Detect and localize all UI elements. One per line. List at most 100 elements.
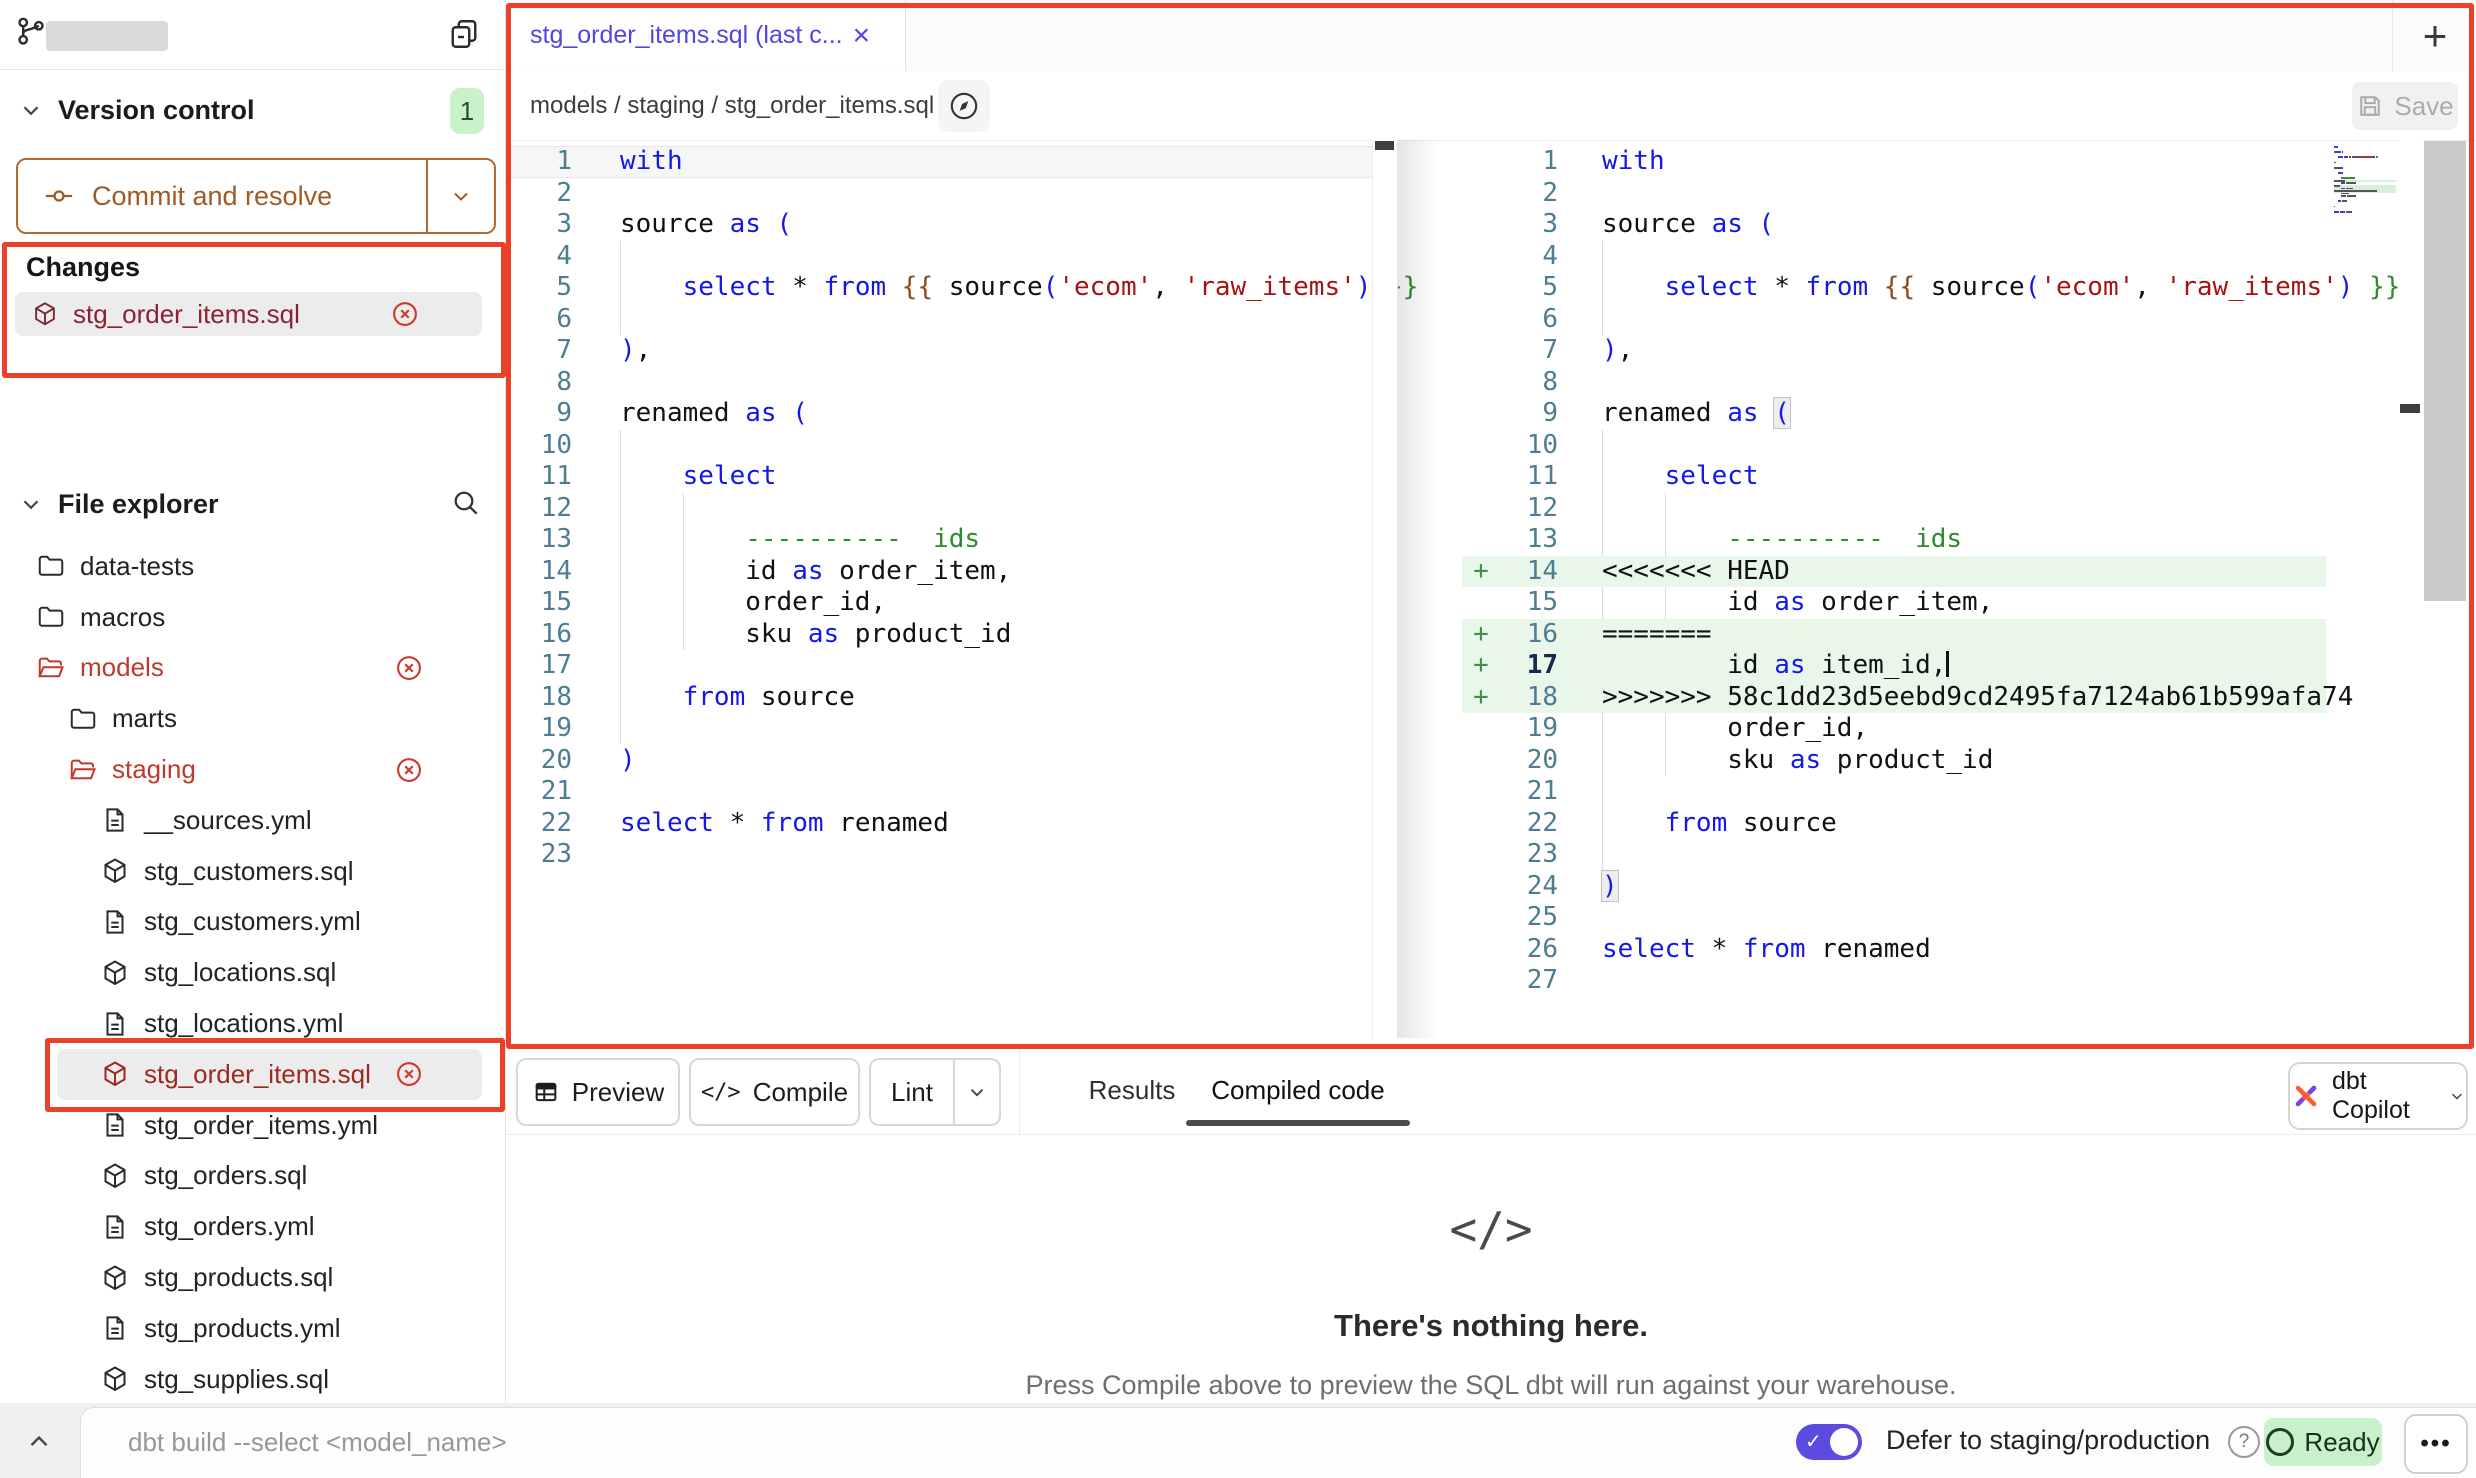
file-tree-item-stg_supplies.sql[interactable]: stg_supplies.sql [14, 1354, 482, 1405]
code-line-17: +17 id as item_id, [1462, 650, 2326, 682]
preview-label: Preview [572, 1077, 664, 1108]
diff-gutter [1462, 178, 1500, 210]
tab-stg-order-items[interactable]: stg_order_items.sql (last c... × [506, 0, 906, 71]
chevron-up-icon[interactable] [24, 1427, 54, 1457]
file-tree-item-stg_customers.yml[interactable]: stg_customers.yml [14, 897, 482, 948]
line-number: 15 [1500, 587, 1580, 619]
diff-gutter [1462, 808, 1500, 840]
file-tree-item-stg_products.yml[interactable]: stg_products.yml [14, 1303, 482, 1354]
file-explorer-header[interactable]: File explorer [0, 478, 505, 530]
text-cursor [1946, 651, 1949, 677]
code-line-6: 6 [1462, 304, 2326, 336]
diff-gutter [1462, 524, 1500, 556]
lint-button[interactable]: Lint [869, 1058, 1001, 1126]
file-tree-item-stg_locations.yml[interactable]: stg_locations.yml [14, 998, 482, 1049]
editor-minimap[interactable] [2334, 146, 2396, 216]
toggle-knob [1830, 1428, 1858, 1456]
line-number: 10 [510, 430, 596, 462]
file-tree-item-stg_locations.sql[interactable]: stg_locations.sql [14, 947, 482, 998]
line-number: 21 [1500, 776, 1580, 808]
line-number: 23 [510, 839, 596, 871]
file-tree-item-stg_orders.sql[interactable]: stg_orders.sql [14, 1151, 482, 1202]
file-tree-item-macros[interactable]: macros [14, 592, 482, 643]
lineage-compass-icon[interactable] [938, 80, 990, 132]
ready-status-badge[interactable]: Ready [2264, 1418, 2382, 1466]
file-icon [100, 907, 130, 937]
folder-icon [36, 551, 66, 581]
copy-files-icon[interactable] [446, 16, 482, 52]
file-tree-item-stg_order_items.yml[interactable]: stg_order_items.yml [14, 1100, 482, 1151]
code-line-18: 18 from source [510, 682, 1372, 714]
file-label: stg_products.sql [144, 1262, 333, 1293]
editor-pane-current[interactable]: 1with23source as (45 select * from {{ so… [1462, 146, 2326, 997]
code-line-19: 19 [510, 713, 1372, 745]
line-number: 26 [1500, 934, 1580, 966]
help-icon[interactable]: ? [2228, 1426, 2260, 1458]
new-tab-zone: + [2392, 0, 2476, 71]
file-label: marts [112, 703, 177, 734]
code-line-24: 24) [1462, 871, 2326, 903]
editor-pane-original[interactable]: 1with23source as (45 select * from {{ so… [510, 146, 1372, 871]
line-number: 4 [1500, 241, 1580, 273]
file-tree-item-models[interactable]: models [14, 643, 482, 694]
right-pane-scrollbar-thumb[interactable] [2424, 141, 2466, 601]
code-icon: </> [506, 1202, 2476, 1256]
line-number: 8 [510, 367, 596, 399]
line-number: 18 [1500, 682, 1580, 714]
dbt-copilot-button[interactable]: dbt Copilot [2288, 1062, 2468, 1130]
more-options-button[interactable]: ••• [2404, 1414, 2468, 1474]
diff-gutter [1462, 713, 1500, 745]
version-control-header[interactable]: Version control [0, 84, 505, 136]
search-icon[interactable] [450, 487, 482, 519]
left-pane-scrollbar-thumb[interactable] [1375, 141, 1394, 150]
code-line-14: 14 id as order_item, [510, 556, 1372, 588]
discard-change-icon[interactable] [390, 299, 420, 329]
lint-dropdown-button[interactable] [953, 1060, 999, 1124]
file-tree-item-stg_orders.yml[interactable]: stg_orders.yml [14, 1201, 482, 1252]
line-number: 27 [1500, 965, 1580, 997]
file-tree-item-marts[interactable]: marts [14, 693, 482, 744]
diff-gutter [1462, 304, 1500, 336]
line-number: 8 [1500, 367, 1580, 399]
commit-dropdown-button[interactable] [426, 160, 494, 232]
tab-compiled-code[interactable]: Compiled code [1205, 1058, 1391, 1122]
save-button[interactable]: Save [2352, 82, 2458, 130]
preview-button[interactable]: Preview [516, 1058, 680, 1126]
empty-state-subtitle: Press Compile above to preview the SQL d… [506, 1370, 2476, 1401]
code-line-7: 7), [510, 335, 1372, 367]
new-tab-icon[interactable]: + [2423, 15, 2448, 57]
changed-file-row[interactable]: stg_order_items.sql [15, 292, 482, 336]
diff-gutter [1462, 493, 1500, 525]
file-tree-item-__sources.yml[interactable]: __sources.yml [14, 795, 482, 846]
check-icon: ✓ [1805, 1429, 1822, 1454]
file-tree-item-staging[interactable]: staging [14, 744, 482, 795]
toolbar-divider [1019, 1050, 1020, 1134]
discard-change-icon[interactable] [394, 1059, 424, 1089]
file-tree-item-stg_products.sql[interactable]: stg_products.sql [14, 1252, 482, 1303]
discard-change-icon[interactable] [394, 755, 424, 785]
discard-change-icon[interactable] [394, 653, 424, 683]
line-number: 20 [1500, 745, 1580, 777]
line-number: 3 [1500, 209, 1580, 241]
code-line-19: 19 order_id, [1462, 713, 2326, 745]
minimap-slider-handle[interactable] [2400, 404, 2420, 413]
left-pane-scrollbar[interactable] [1372, 140, 1398, 1038]
diff-added-marker: + [1462, 619, 1500, 651]
dbt-copilot-icon [2290, 1080, 2322, 1112]
code-line-9: 9renamed as ( [1462, 398, 2326, 430]
code-line-15: 15 id as order_item, [1462, 587, 2326, 619]
defer-toggle[interactable]: ✓ [1796, 1424, 1862, 1460]
line-number: 14 [1500, 556, 1580, 588]
code-line-7: 7), [1462, 335, 2326, 367]
compile-button[interactable]: </> Compile [689, 1058, 860, 1126]
tab-results[interactable]: Results [1077, 1058, 1187, 1122]
file-tree-item-data-tests[interactable]: data-tests [14, 541, 482, 592]
line-number: 10 [1500, 430, 1580, 462]
file-tree-item-stg_customers.sql[interactable]: stg_customers.sql [14, 846, 482, 897]
command-input[interactable]: dbt build --select <model_name> [128, 1427, 507, 1458]
minimap-slider-track[interactable] [2398, 140, 2422, 1038]
file-tree-item-stg_order_items.sql[interactable]: stg_order_items.sql [57, 1049, 482, 1100]
code-line-20: 20 sku as product_id [1462, 745, 2326, 777]
close-tab-icon[interactable]: × [853, 19, 871, 53]
commit-and-resolve-button[interactable]: Commit and resolve [16, 158, 496, 234]
